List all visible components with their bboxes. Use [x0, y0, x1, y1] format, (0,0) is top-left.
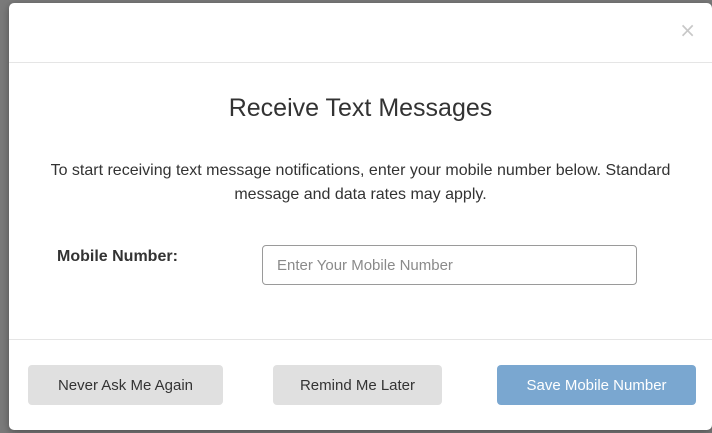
- mobile-number-input[interactable]: [262, 245, 637, 285]
- never-ask-again-button[interactable]: Never Ask Me Again: [28, 365, 223, 405]
- modal-header: ×: [9, 3, 712, 63]
- modal-title: Receive Text Messages: [228, 94, 493, 122]
- remind-me-later-button[interactable]: Remind Me Later: [273, 365, 442, 405]
- modal-description: To start receiving text message notifica…: [50, 162, 671, 203]
- save-mobile-number-button[interactable]: Save Mobile Number: [497, 365, 696, 405]
- mobile-number-label: Mobile Number:: [57, 248, 178, 265]
- close-icon[interactable]: ×: [679, 20, 696, 40]
- modal-footer: Never Ask Me Again Remind Me Later Save …: [9, 340, 712, 431]
- text-message-modal: × Receive Text Messages To start receivi…: [9, 3, 712, 430]
- modal-body: Receive Text Messages To start receiving…: [9, 63, 712, 340]
